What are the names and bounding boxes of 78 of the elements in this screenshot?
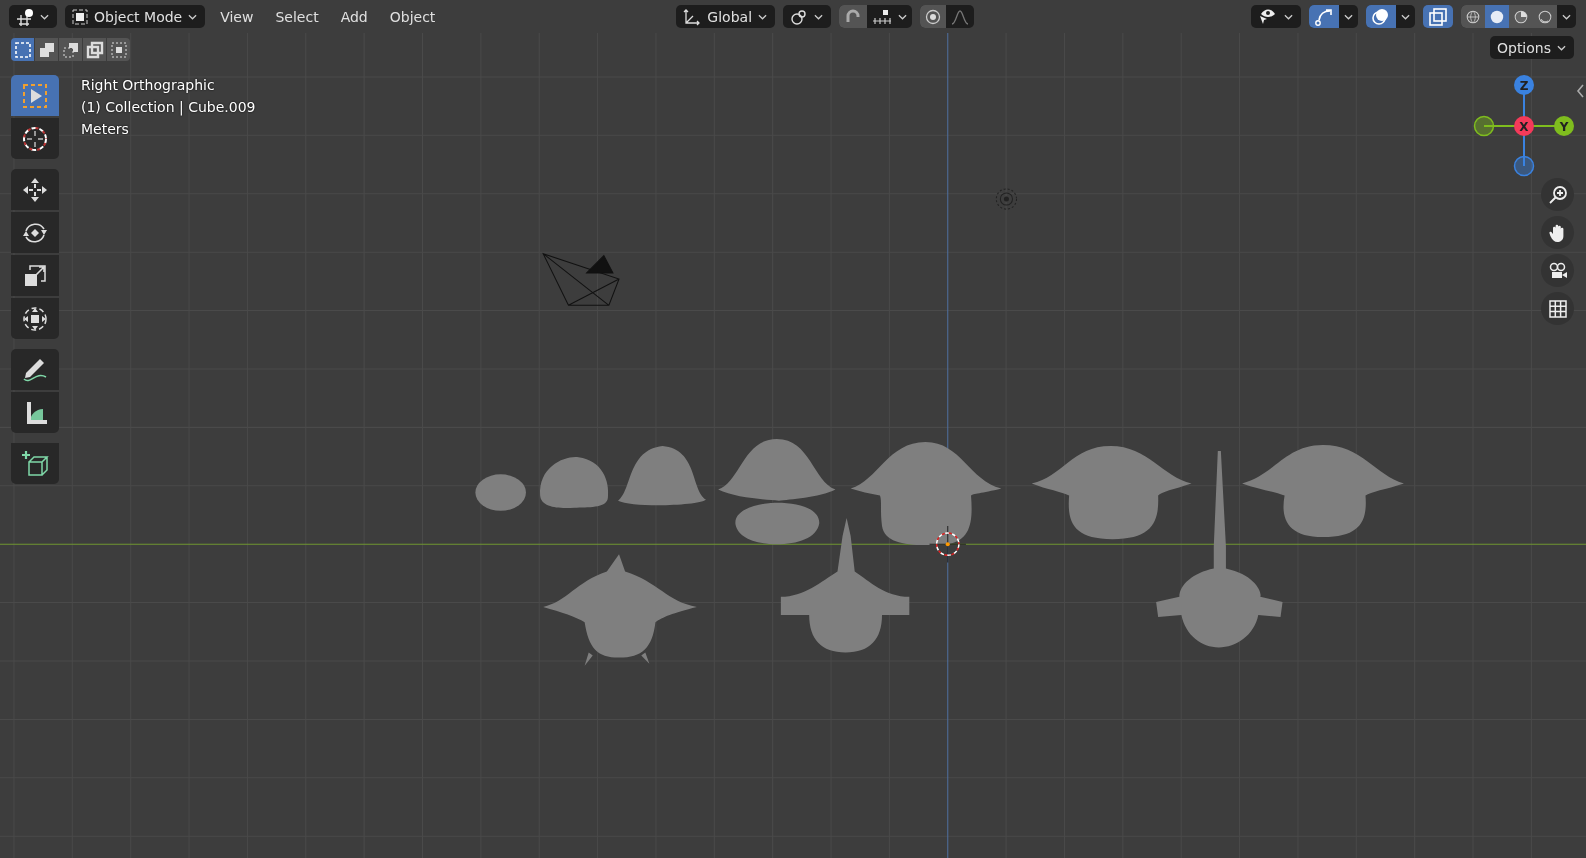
invert-squares-icon	[85, 40, 104, 59]
viewport-toggle[interactable]	[1309, 5, 1339, 28]
increment-icon	[872, 7, 893, 26]
viewport-info-text: (1) Collection | Cube.009	[81, 98, 256, 118]
options-dropdown[interactable]: Options	[1489, 36, 1574, 59]
proportional-toggle[interactable]	[920, 5, 947, 28]
axis-handle[interactable]: X	[1514, 116, 1534, 136]
select-mode-button[interactable]	[11, 38, 34, 61]
zoom-icon	[1547, 184, 1568, 205]
select-mode-button[interactable]	[107, 38, 130, 61]
grid-sphere-icon	[16, 7, 34, 26]
target-circle-icon	[925, 8, 942, 25]
add-cube-icon	[20, 448, 50, 479]
overlapping-squares-icon	[1428, 6, 1448, 27]
tool-button[interactable]	[11, 298, 59, 339]
chevron-icon	[758, 13, 768, 20]
viewport-info-text: Meters	[81, 120, 130, 139]
menu-item[interactable]: View	[213, 5, 261, 28]
chevron-icon	[188, 13, 198, 20]
axis-handle[interactable]	[1473, 115, 1495, 137]
chevron-icon	[898, 13, 908, 20]
link-circles-icon	[790, 7, 809, 26]
pivot-dropdown[interactable]	[783, 5, 832, 28]
shading-button[interactable]	[1461, 5, 1485, 28]
tool-button[interactable]	[11, 349, 59, 390]
chevron-icon	[1557, 44, 1566, 51]
editor-type-button[interactable]	[9, 5, 57, 28]
mesh-silhouette	[475, 474, 526, 511]
chevron-icon	[1401, 13, 1410, 20]
square-icon	[72, 8, 88, 25]
tool-button[interactable]	[11, 212, 59, 253]
subtract-squares-icon	[61, 40, 80, 59]
tool-button[interactable]	[11, 169, 59, 210]
pan-button[interactable]	[1541, 216, 1574, 249]
intersect-squares-icon	[109, 40, 128, 59]
shading-button[interactable]	[1485, 5, 1509, 28]
select-mode-button[interactable]	[83, 38, 106, 61]
orientation-dropdown[interactable]: Global	[676, 5, 776, 28]
select-mode-button[interactable]	[35, 38, 58, 61]
light-drawing	[995, 188, 1018, 210]
axis-handle[interactable]: Y	[1554, 116, 1574, 136]
overlapping-circles-icon	[1371, 6, 1391, 27]
menu-item[interactable]: Object	[382, 5, 443, 28]
chevron-icon	[1284, 13, 1293, 20]
chevron-icon	[814, 13, 824, 20]
falloff-curve-icon	[951, 8, 970, 25]
chevron-icon	[1344, 13, 1353, 20]
visibility-dropdown[interactable]	[1251, 5, 1301, 28]
mesh-silhouette	[540, 456, 609, 509]
axes-icon	[683, 7, 702, 26]
select-mode-button[interactable]	[59, 38, 82, 61]
movie-camera-icon	[1547, 260, 1568, 281]
3d-cursor-drawing	[929, 525, 967, 563]
axis-handle[interactable]	[1513, 155, 1535, 177]
viewport-toggle[interactable]	[1423, 5, 1453, 28]
menu-item[interactable]: Add	[333, 5, 375, 28]
tool-button[interactable]	[11, 443, 59, 484]
camera-view-button[interactable]	[1541, 254, 1574, 287]
chevron-icon	[1562, 13, 1571, 20]
mode-dropdown[interactable]: Object Mode	[65, 5, 206, 28]
shading-button[interactable]	[1509, 5, 1533, 28]
ortho-toggle-button[interactable]	[1541, 292, 1574, 325]
dashed-square-icon	[13, 40, 32, 59]
viewport-info-text: Right Orthographic	[81, 76, 216, 95]
shading-button[interactable]	[1533, 5, 1557, 28]
menu-item[interactable]: Select	[268, 5, 326, 28]
axis-handle[interactable]: Z	[1514, 75, 1534, 95]
grid-icon	[1547, 298, 1568, 319]
viewport-toggle[interactable]	[1366, 5, 1396, 28]
two-squares-icon	[37, 40, 56, 59]
tool-button[interactable]	[11, 392, 59, 433]
zoom-button[interactable]	[1541, 178, 1574, 211]
eye-pointer-icon	[1258, 7, 1278, 26]
tool-button[interactable]	[11, 118, 59, 159]
chevron-icon	[40, 13, 49, 20]
snap-toggle[interactable]	[839, 5, 868, 28]
tool-button[interactable]	[11, 255, 59, 296]
curve-arrow-icon	[1314, 6, 1334, 27]
